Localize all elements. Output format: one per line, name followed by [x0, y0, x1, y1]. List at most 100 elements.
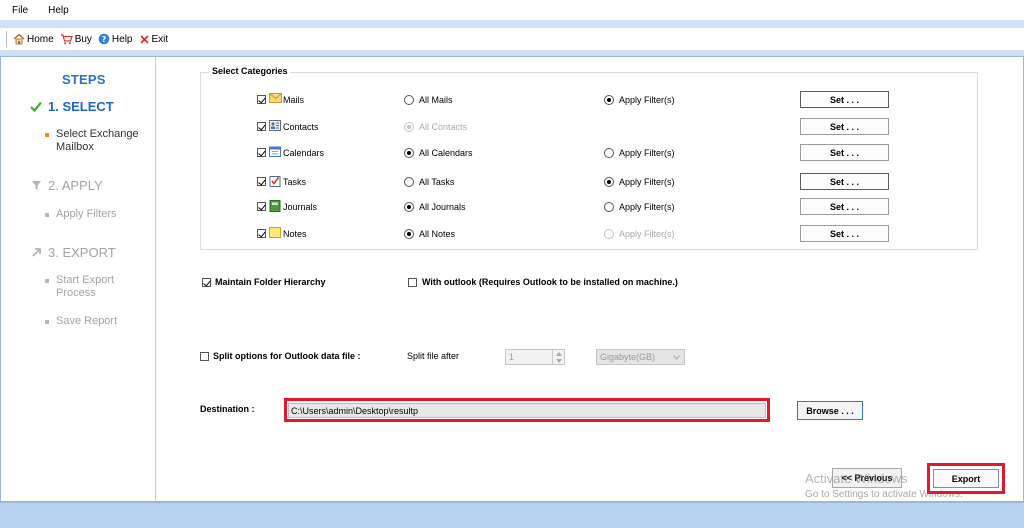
- all-radio-label: All Contacts: [419, 122, 468, 132]
- split-size-value: 1: [509, 352, 515, 362]
- filter-radio-label: Apply Filter(s): [619, 95, 675, 105]
- filter-radio-label: Apply Filter(s): [619, 202, 675, 212]
- chevron-down-icon: [673, 355, 680, 360]
- all-radio-journals[interactable]: [404, 202, 414, 212]
- stepper-arrows[interactable]: [552, 350, 564, 364]
- all-radio-calendars[interactable]: [404, 148, 414, 158]
- toolbar: Home Buy ? Help Exit: [0, 28, 1024, 50]
- category-checkbox-journals[interactable]: [257, 202, 266, 211]
- split-unit-value: Gigabyte(GB): [600, 352, 656, 362]
- substep-start-export: Start Export Process: [45, 274, 114, 300]
- substep-start-export-label: Start Export Process: [56, 274, 115, 299]
- all-radio-mails[interactable]: [404, 95, 414, 105]
- home-label: Home: [27, 33, 54, 45]
- help-icon: ?: [98, 33, 110, 45]
- menu-file[interactable]: File: [0, 5, 36, 16]
- chevron-down-icon: [555, 358, 562, 363]
- all-radio-label: All Calendars: [419, 148, 473, 158]
- all-radio-notes[interactable]: [404, 229, 414, 239]
- set-button-tasks[interactable]: Set . . .: [800, 173, 889, 190]
- categories-title: Select Categories: [210, 66, 290, 76]
- tasks-icon: [269, 175, 281, 187]
- split-size-stepper[interactable]: 1: [505, 349, 565, 365]
- filter-icon: [29, 180, 43, 191]
- activate-windows-watermark: Activate Windows: [805, 471, 908, 486]
- substep-apply-filters-label: Apply Filters: [56, 208, 117, 220]
- filter-radio-label: Apply Filter(s): [619, 229, 675, 239]
- step-select: 1. SELECT: [29, 99, 114, 114]
- category-checkbox-calendars[interactable]: [257, 148, 266, 157]
- category-label: Mails: [283, 95, 305, 105]
- browse-button[interactable]: Browse . . .: [797, 401, 863, 420]
- substep-save-report: Save Report: [45, 315, 117, 328]
- substep-bullet: [45, 213, 49, 217]
- all-radio-label: All Mails: [419, 95, 453, 105]
- category-row-contacts: Contacts All Contacts Set . . .: [201, 118, 977, 140]
- step-apply: 2. APPLY: [29, 178, 103, 193]
- all-radio-label: All Tasks: [419, 177, 455, 187]
- arrow-up-right-icon: [29, 247, 43, 258]
- set-button-journals[interactable]: Set . . .: [800, 198, 889, 215]
- filter-radio-notes[interactable]: [604, 229, 614, 239]
- with-outlook-checkbox[interactable]: [408, 278, 417, 287]
- set-button-contacts[interactable]: Set . . .: [800, 118, 889, 135]
- categories-group: Select Categories Mails All Mails Apply Fi…: [200, 66, 978, 250]
- filter-radio-label: Apply Filter(s): [619, 177, 675, 187]
- maintain-hierarchy-checkbox[interactable]: [202, 278, 211, 287]
- split-options-checkbox[interactable]: [200, 352, 209, 361]
- home-icon: [13, 33, 25, 45]
- all-radio-tasks[interactable]: [404, 177, 414, 187]
- category-checkbox-mails[interactable]: [257, 95, 266, 104]
- home-button[interactable]: Home: [13, 33, 54, 45]
- all-radio-contacts[interactable]: [404, 122, 414, 132]
- check-icon: [29, 101, 43, 112]
- filter-radio-mails[interactable]: [604, 95, 614, 105]
- svg-text:?: ?: [102, 35, 107, 44]
- category-row-journals: Journals All Journals Apply Filter(s) Set .…: [201, 198, 977, 220]
- filter-radio-journals[interactable]: [604, 202, 614, 212]
- step-apply-label: 2. APPLY: [48, 178, 103, 193]
- category-checkbox-tasks[interactable]: [257, 177, 266, 186]
- set-button-calendars[interactable]: Set . . .: [800, 144, 889, 161]
- substep-bullet: [45, 320, 49, 324]
- help-label: Help: [111, 33, 133, 45]
- category-checkbox-notes[interactable]: [257, 229, 266, 238]
- all-radio-label: All Journals: [419, 202, 466, 212]
- step-export-label: 3. EXPORT: [48, 245, 116, 260]
- category-label: Contacts: [283, 122, 319, 132]
- exit-button[interactable]: Exit: [139, 33, 169, 45]
- destination-highlight: [284, 398, 770, 422]
- buy-label: Buy: [74, 33, 92, 45]
- substep-apply-filters: Apply Filters: [45, 208, 117, 221]
- split-options-label: Split options for Outlook data file :: [213, 351, 361, 361]
- category-checkbox-contacts[interactable]: [257, 122, 266, 131]
- filter-radio-tasks[interactable]: [604, 177, 614, 187]
- category-row-calendars: Calendars All Calendars Apply Filter(s) Set…: [201, 144, 977, 166]
- calendar-icon: [269, 146, 281, 157]
- exit-label: Exit: [151, 33, 169, 45]
- chevron-up-icon: [555, 351, 562, 356]
- help-button[interactable]: ? Help: [98, 33, 133, 45]
- buy-button[interactable]: Buy: [60, 33, 92, 45]
- with-outlook-label: With outlook (Requires Outlook to be ins…: [422, 277, 678, 287]
- steps-title: STEPS: [62, 72, 106, 87]
- status-bar: [0, 502, 1024, 528]
- destination-label: Destination :: [200, 404, 255, 414]
- split-unit-select[interactable]: Gigabyte(GB): [596, 349, 685, 365]
- category-row-mails: Mails All Mails Apply Filter(s) Set . . .: [201, 91, 977, 113]
- category-row-notes: Notes All Notes Apply Filter(s) Set . . .: [201, 225, 977, 247]
- set-button-notes[interactable]: Set . . .: [800, 225, 889, 242]
- content-frame: STEPS 1. SELECT Select Exchange Mailbox …: [0, 56, 1024, 502]
- category-label: Calendars: [283, 148, 325, 158]
- menu-help[interactable]: Help: [36, 5, 77, 16]
- cart-icon: [60, 34, 73, 45]
- journal-icon: [269, 200, 281, 212]
- split-after-label: Split file after: [407, 351, 460, 361]
- category-row-tasks: Tasks All Tasks Apply Filter(s) Set . . .: [201, 173, 977, 195]
- set-button-mails[interactable]: Set . . .: [800, 91, 889, 108]
- maintain-hierarchy-label: Maintain Folder Hierarchy: [215, 277, 326, 287]
- substep-select-mailbox: Select Exchange Mailbox: [45, 128, 139, 154]
- category-label: Journals: [283, 202, 318, 212]
- filter-radio-calendars[interactable]: [604, 148, 614, 158]
- substep-select-mailbox-label: Select Exchange Mailbox: [56, 128, 139, 153]
